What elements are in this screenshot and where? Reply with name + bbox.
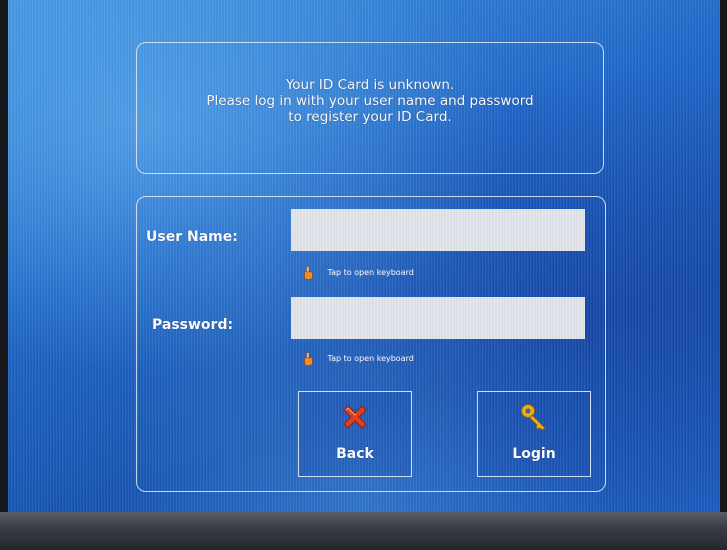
hand-pointer-icon	[304, 352, 313, 366]
login-form-panel: User Name: Tap to open keyboard Password…	[136, 196, 606, 492]
key-icon	[521, 404, 546, 431]
password-hint-text: Tap to open keyboard	[327, 354, 414, 363]
message-panel: Your ID Card is unknown. Please log in w…	[136, 42, 604, 174]
back-button-label: Back	[336, 446, 374, 462]
password-input[interactable]	[291, 297, 585, 339]
red-x-icon	[343, 405, 367, 429]
username-hint-text: Tap to open keyboard	[327, 268, 414, 277]
hand-pointer-icon	[304, 266, 313, 280]
message-line-1: Your ID Card is unknown.	[285, 77, 455, 93]
username-keyboard-hint[interactable]: Tap to open keyboard	[303, 265, 414, 281]
password-keyboard-hint[interactable]: Tap to open keyboard	[303, 351, 414, 367]
login-button-label: Login	[512, 446, 556, 462]
back-button[interactable]: Back	[298, 391, 412, 477]
username-label: User Name:	[146, 229, 238, 245]
message-line-2: Please log in with your user name and pa…	[206, 93, 534, 109]
username-input[interactable]	[291, 209, 585, 251]
kiosk-screen: Your ID Card is unknown. Please log in w…	[8, 0, 720, 512]
login-button[interactable]: Login	[477, 391, 591, 477]
unknown-card-message: Your ID Card is unknown. Please log in w…	[137, 77, 603, 125]
message-line-3: to register your ID Card.	[288, 109, 452, 125]
monitor-bezel	[0, 512, 727, 550]
kiosk-frame: Your ID Card is unknown. Please log in w…	[0, 0, 727, 550]
password-label: Password:	[152, 317, 234, 333]
